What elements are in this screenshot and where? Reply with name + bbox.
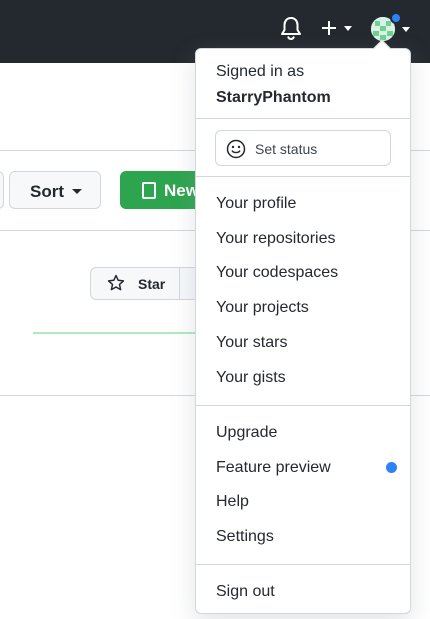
chevron-down-icon bbox=[72, 189, 82, 194]
set-status-button[interactable]: Set status bbox=[215, 130, 391, 166]
menu-item-help[interactable]: Help bbox=[216, 493, 249, 511]
menu-item-upgrade[interactable]: Upgrade bbox=[216, 424, 277, 442]
unread-dot bbox=[390, 12, 402, 24]
star-button[interactable]: Star bbox=[90, 267, 210, 300]
divider bbox=[196, 176, 410, 177]
username: StarryPhantom bbox=[216, 89, 331, 106]
user-dropdown-menu: Signed in as StarryPhantom Set status Yo… bbox=[195, 39, 411, 614]
menu-item-sign-out[interactable]: Sign out bbox=[216, 583, 275, 601]
plus-icon bbox=[322, 21, 336, 35]
menu-item-your-codespaces[interactable]: Your codespaces bbox=[216, 264, 338, 282]
new-button-label: New bbox=[164, 181, 199, 200]
chevron-down-icon bbox=[344, 26, 352, 31]
create-new-button[interactable] bbox=[320, 15, 356, 41]
set-status-label: Set status bbox=[255, 141, 318, 157]
menu-item-settings[interactable]: Settings bbox=[216, 528, 274, 546]
feature-preview-dot bbox=[386, 462, 397, 473]
menu-item-your-repositories[interactable]: Your repositories bbox=[216, 230, 335, 248]
sort-button-label: Sort bbox=[30, 182, 64, 201]
menu-item-your-gists[interactable]: Your gists bbox=[216, 369, 286, 387]
menu-item-your-profile[interactable]: Your profile bbox=[216, 195, 296, 213]
menu-item-your-stars[interactable]: Your stars bbox=[216, 334, 287, 352]
menu-item-your-projects[interactable]: Your projects bbox=[216, 299, 309, 317]
divider bbox=[196, 405, 410, 406]
divider bbox=[179, 268, 180, 299]
star-icon bbox=[107, 274, 125, 291]
filter-button-partial[interactable] bbox=[0, 171, 4, 209]
star-button-label: Star bbox=[138, 276, 166, 292]
bell-icon[interactable] bbox=[280, 16, 302, 40]
menu-item-feature-preview[interactable]: Feature preview bbox=[216, 459, 331, 477]
smiley-icon bbox=[226, 139, 246, 159]
repo-icon bbox=[142, 182, 156, 199]
user-menu-button[interactable] bbox=[370, 12, 414, 44]
chevron-down-icon bbox=[402, 27, 410, 32]
sort-button[interactable]: Sort bbox=[9, 171, 101, 209]
divider bbox=[196, 118, 410, 119]
activity-graph-line bbox=[33, 332, 203, 334]
divider bbox=[196, 564, 410, 565]
signed-in-label: Signed in as bbox=[216, 63, 305, 80]
